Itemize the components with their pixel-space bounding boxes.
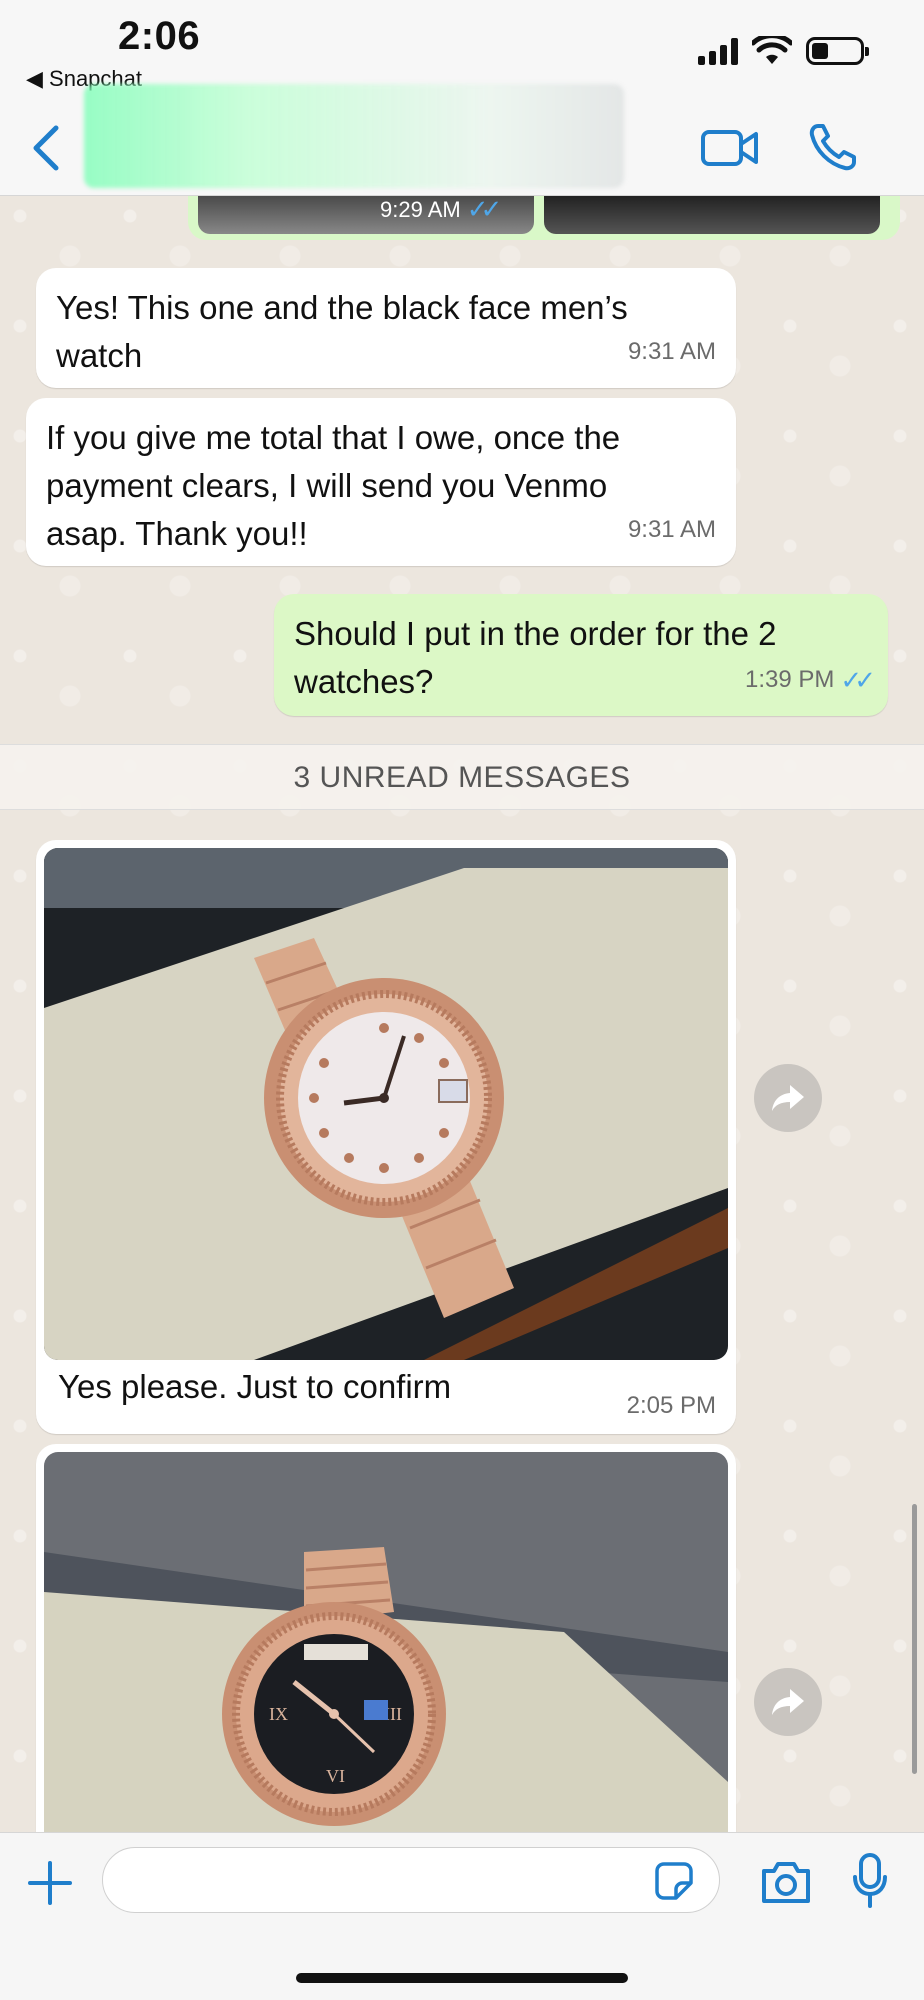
message-text: watch [56, 337, 143, 374]
camera-icon[interactable] [760, 1859, 812, 1905]
message-text: payment clears, I will send you Venmo [46, 467, 608, 504]
read-ticks-icon: ✓✓ [840, 665, 875, 695]
plus-icon[interactable] [26, 1859, 74, 1907]
read-ticks-icon: ✓✓ [466, 194, 502, 224]
status-time: 2:06 [118, 14, 201, 58]
message-time: 1:39 PM ✓✓ [745, 656, 876, 704]
message-time: 9:31 AM [627, 516, 716, 543]
message-text: If you give me total that I owe, once th… [46, 419, 621, 456]
wifi-icon [752, 36, 792, 64]
outgoing-message-bubble[interactable]: Should I put in the order for the 2 watc… [274, 594, 888, 716]
media-thumbnail[interactable] [544, 196, 880, 234]
video-camera-icon[interactable] [700, 126, 760, 170]
contact-name-redacted[interactable] [84, 84, 624, 188]
scrollbar[interactable] [912, 1504, 917, 1774]
watch-photo[interactable] [44, 848, 728, 1360]
unread-messages-divider: 3 UNREAD MESSAGES [0, 744, 924, 810]
home-indicator[interactable] [296, 1973, 628, 1983]
cellular-signal-icon [698, 37, 738, 65]
message-caption: Yes please. Just to confirm [58, 1368, 452, 1405]
message-time: 9:29 AM ✓✓ [380, 194, 502, 224]
incoming-message-bubble[interactable]: If you give me total that I owe, once th… [26, 398, 736, 566]
message-text: Yes! This one and the black face men’s [56, 289, 628, 326]
forward-button[interactable] [754, 1064, 822, 1132]
phone-icon[interactable] [808, 122, 858, 172]
message-time: 2:05 PM [626, 1392, 716, 1419]
sticker-icon[interactable] [654, 1861, 694, 1901]
message-text: asap. Thank you!! [46, 515, 308, 552]
message-input[interactable] [102, 1847, 720, 1913]
watch-photo[interactable]: XII IX III VI [44, 1452, 728, 1854]
svg-text:VI: VI [326, 1766, 345, 1786]
message-input-bar [0, 1832, 924, 2000]
battery-icon [806, 37, 869, 65]
forward-arrow-icon [772, 1689, 804, 1715]
forward-button[interactable] [754, 1668, 822, 1736]
incoming-media-bubble[interactable]: Yes please. Just to confirm 2:05 PM [36, 840, 736, 1434]
previous-media-bubble[interactable] [188, 196, 900, 240]
forward-arrow-icon [772, 1085, 804, 1111]
chevron-left-icon[interactable] [26, 122, 66, 174]
message-text: Should I put in the order for the 2 [294, 615, 777, 652]
svg-text:IX: IX [269, 1704, 288, 1724]
status-icons [698, 36, 869, 66]
incoming-media-bubble[interactable]: XII IX III VI [36, 1444, 736, 1854]
message-time: 9:31 AM [627, 338, 716, 365]
incoming-message-bubble[interactable]: Yes! This one and the black face men’s w… [36, 268, 736, 388]
microphone-icon[interactable] [852, 1853, 888, 1909]
